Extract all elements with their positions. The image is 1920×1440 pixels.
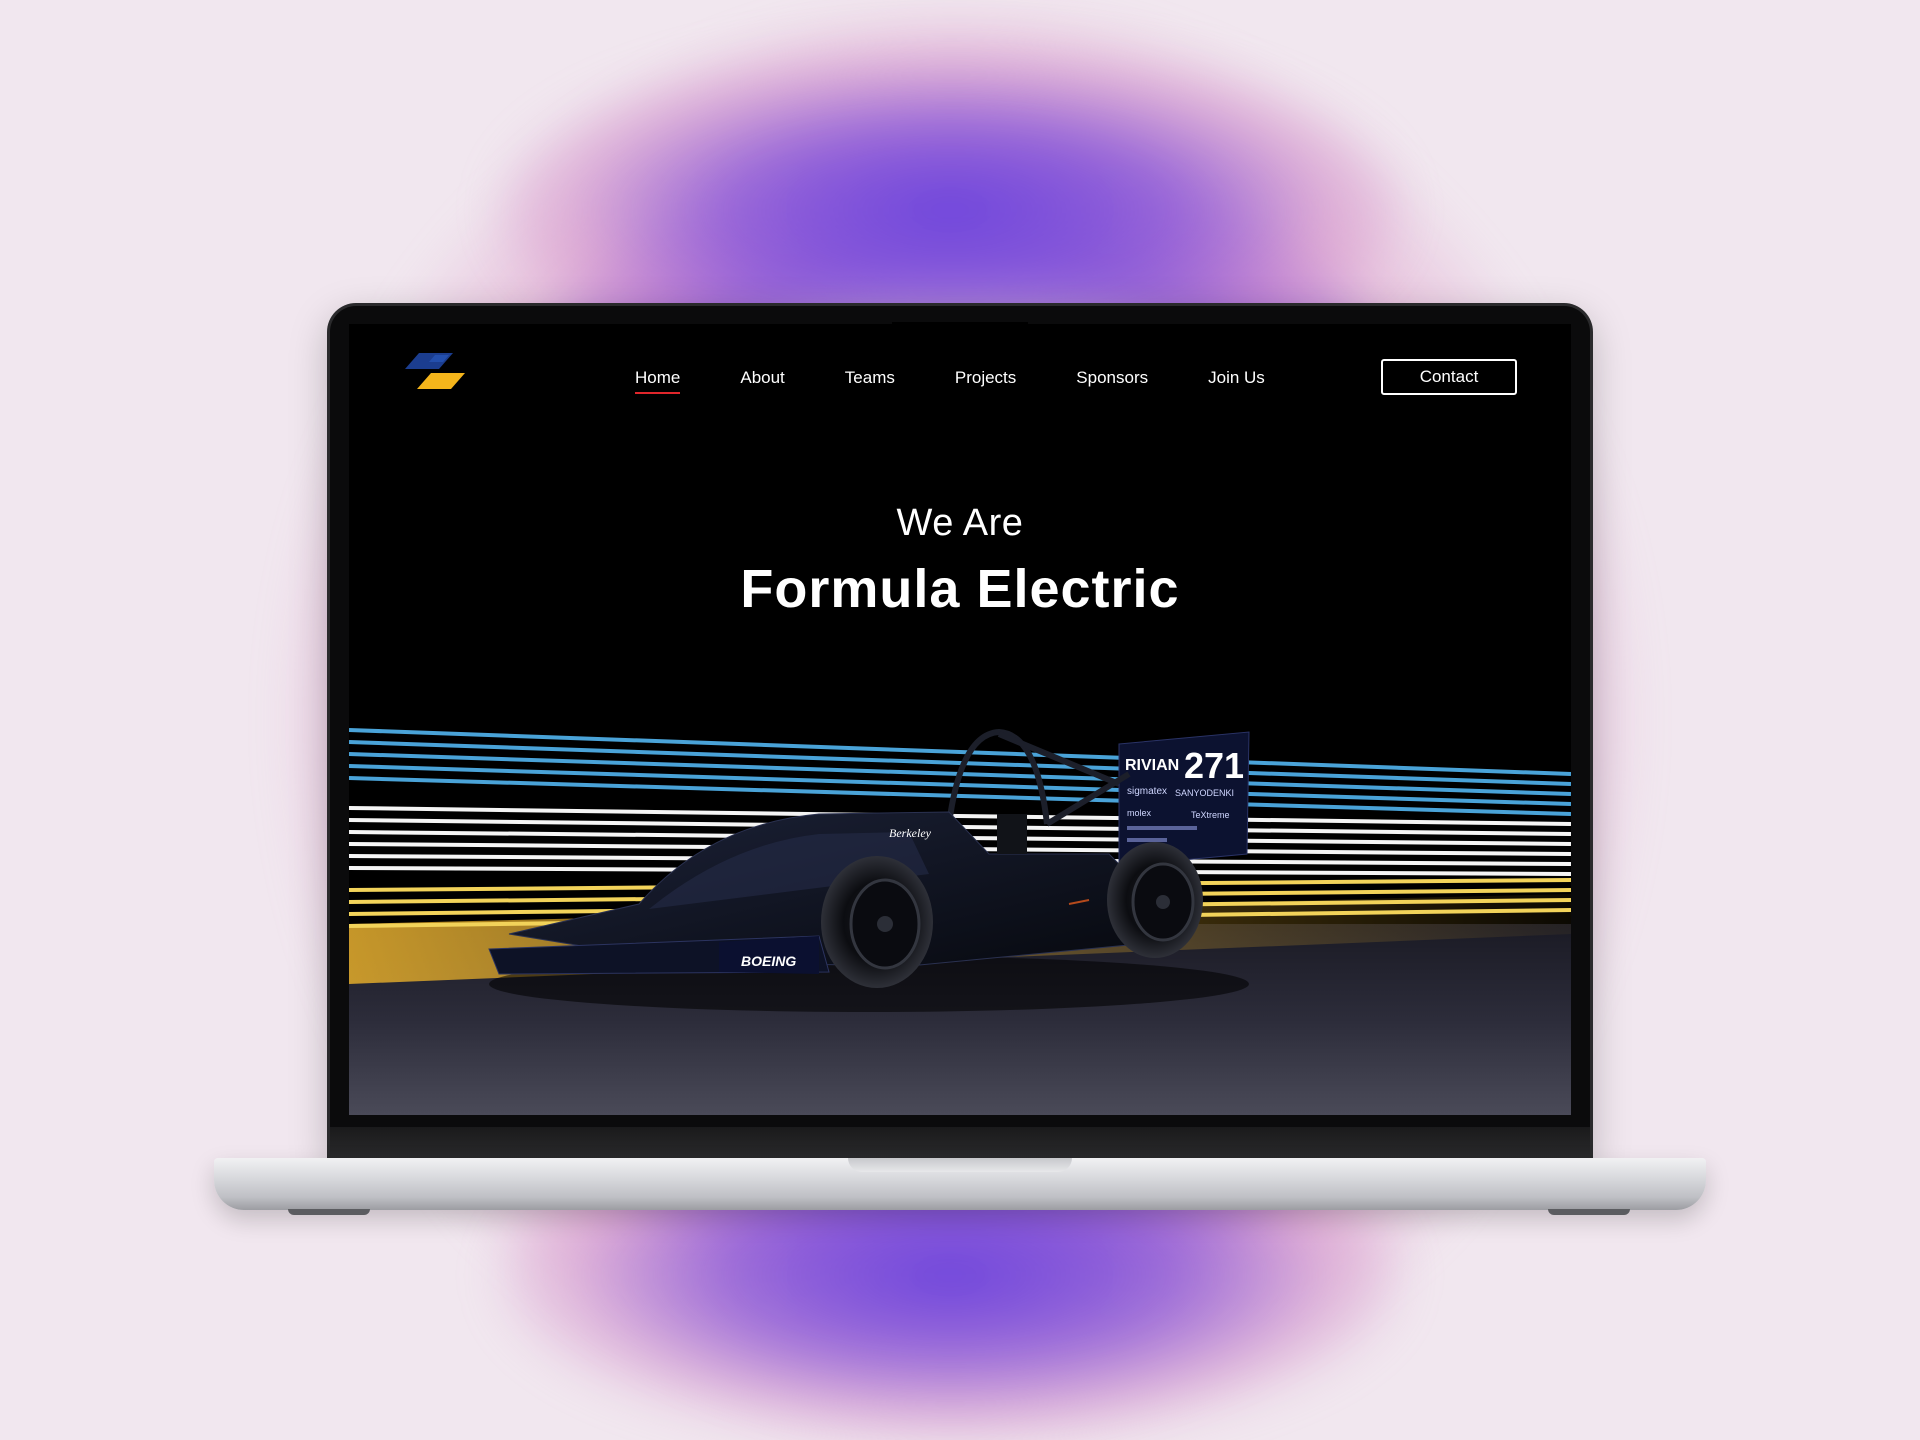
laptop-chin [330, 1127, 1590, 1161]
hero-pretitle: We Are [896, 502, 1024, 544]
hero-car-image: RIVIAN 271 sigmatex SANYODENKI molex TeX… [349, 728, 1571, 1115]
car-sponsor-5: Berkeley [889, 826, 932, 840]
laptop-opening-lip [848, 1158, 1072, 1172]
nav-item-join-us[interactable]: Join Us [1208, 368, 1265, 388]
rear-wheel [1107, 842, 1203, 958]
car-sponsor-2: SANYODENKI [1175, 788, 1234, 798]
roll-hoop [946, 728, 1131, 827]
top-navigation: Home About Teams Projects Sponsors Join … [349, 324, 1571, 434]
car-sponsor-4: TeXtreme [1191, 810, 1230, 820]
nav-item-sponsors[interactable]: Sponsors [1076, 368, 1148, 388]
car-sponsor-boeing: BOEING [741, 953, 796, 969]
contact-button[interactable]: Contact [1381, 359, 1517, 395]
mockup-stage: Home About Teams Projects Sponsors Join … [0, 0, 1920, 1440]
nav-item-about[interactable]: About [740, 368, 784, 388]
car-sponsor-1: sigmatex [1127, 786, 1167, 797]
laptop-base [214, 1158, 1706, 1210]
laptop-foot-left [288, 1209, 370, 1215]
car-number: 271 [1184, 745, 1244, 786]
nav-item-teams[interactable]: Teams [845, 368, 895, 388]
car-sponsor-3: molex [1127, 808, 1152, 818]
website-screen: Home About Teams Projects Sponsors Join … [349, 324, 1571, 1115]
front-wheel [821, 856, 933, 988]
car-sponsor-rivian: RIVIAN [1125, 757, 1179, 774]
nav-item-home[interactable]: Home [635, 368, 681, 394]
nav-links: Home About Teams Projects Sponsors Join … [635, 368, 1325, 394]
laptop-foot-right [1548, 1209, 1630, 1215]
hero-title: Formula Electric [740, 559, 1180, 619]
nav-item-projects[interactable]: Projects [955, 368, 1016, 388]
team-logo-icon[interactable] [405, 353, 465, 399]
